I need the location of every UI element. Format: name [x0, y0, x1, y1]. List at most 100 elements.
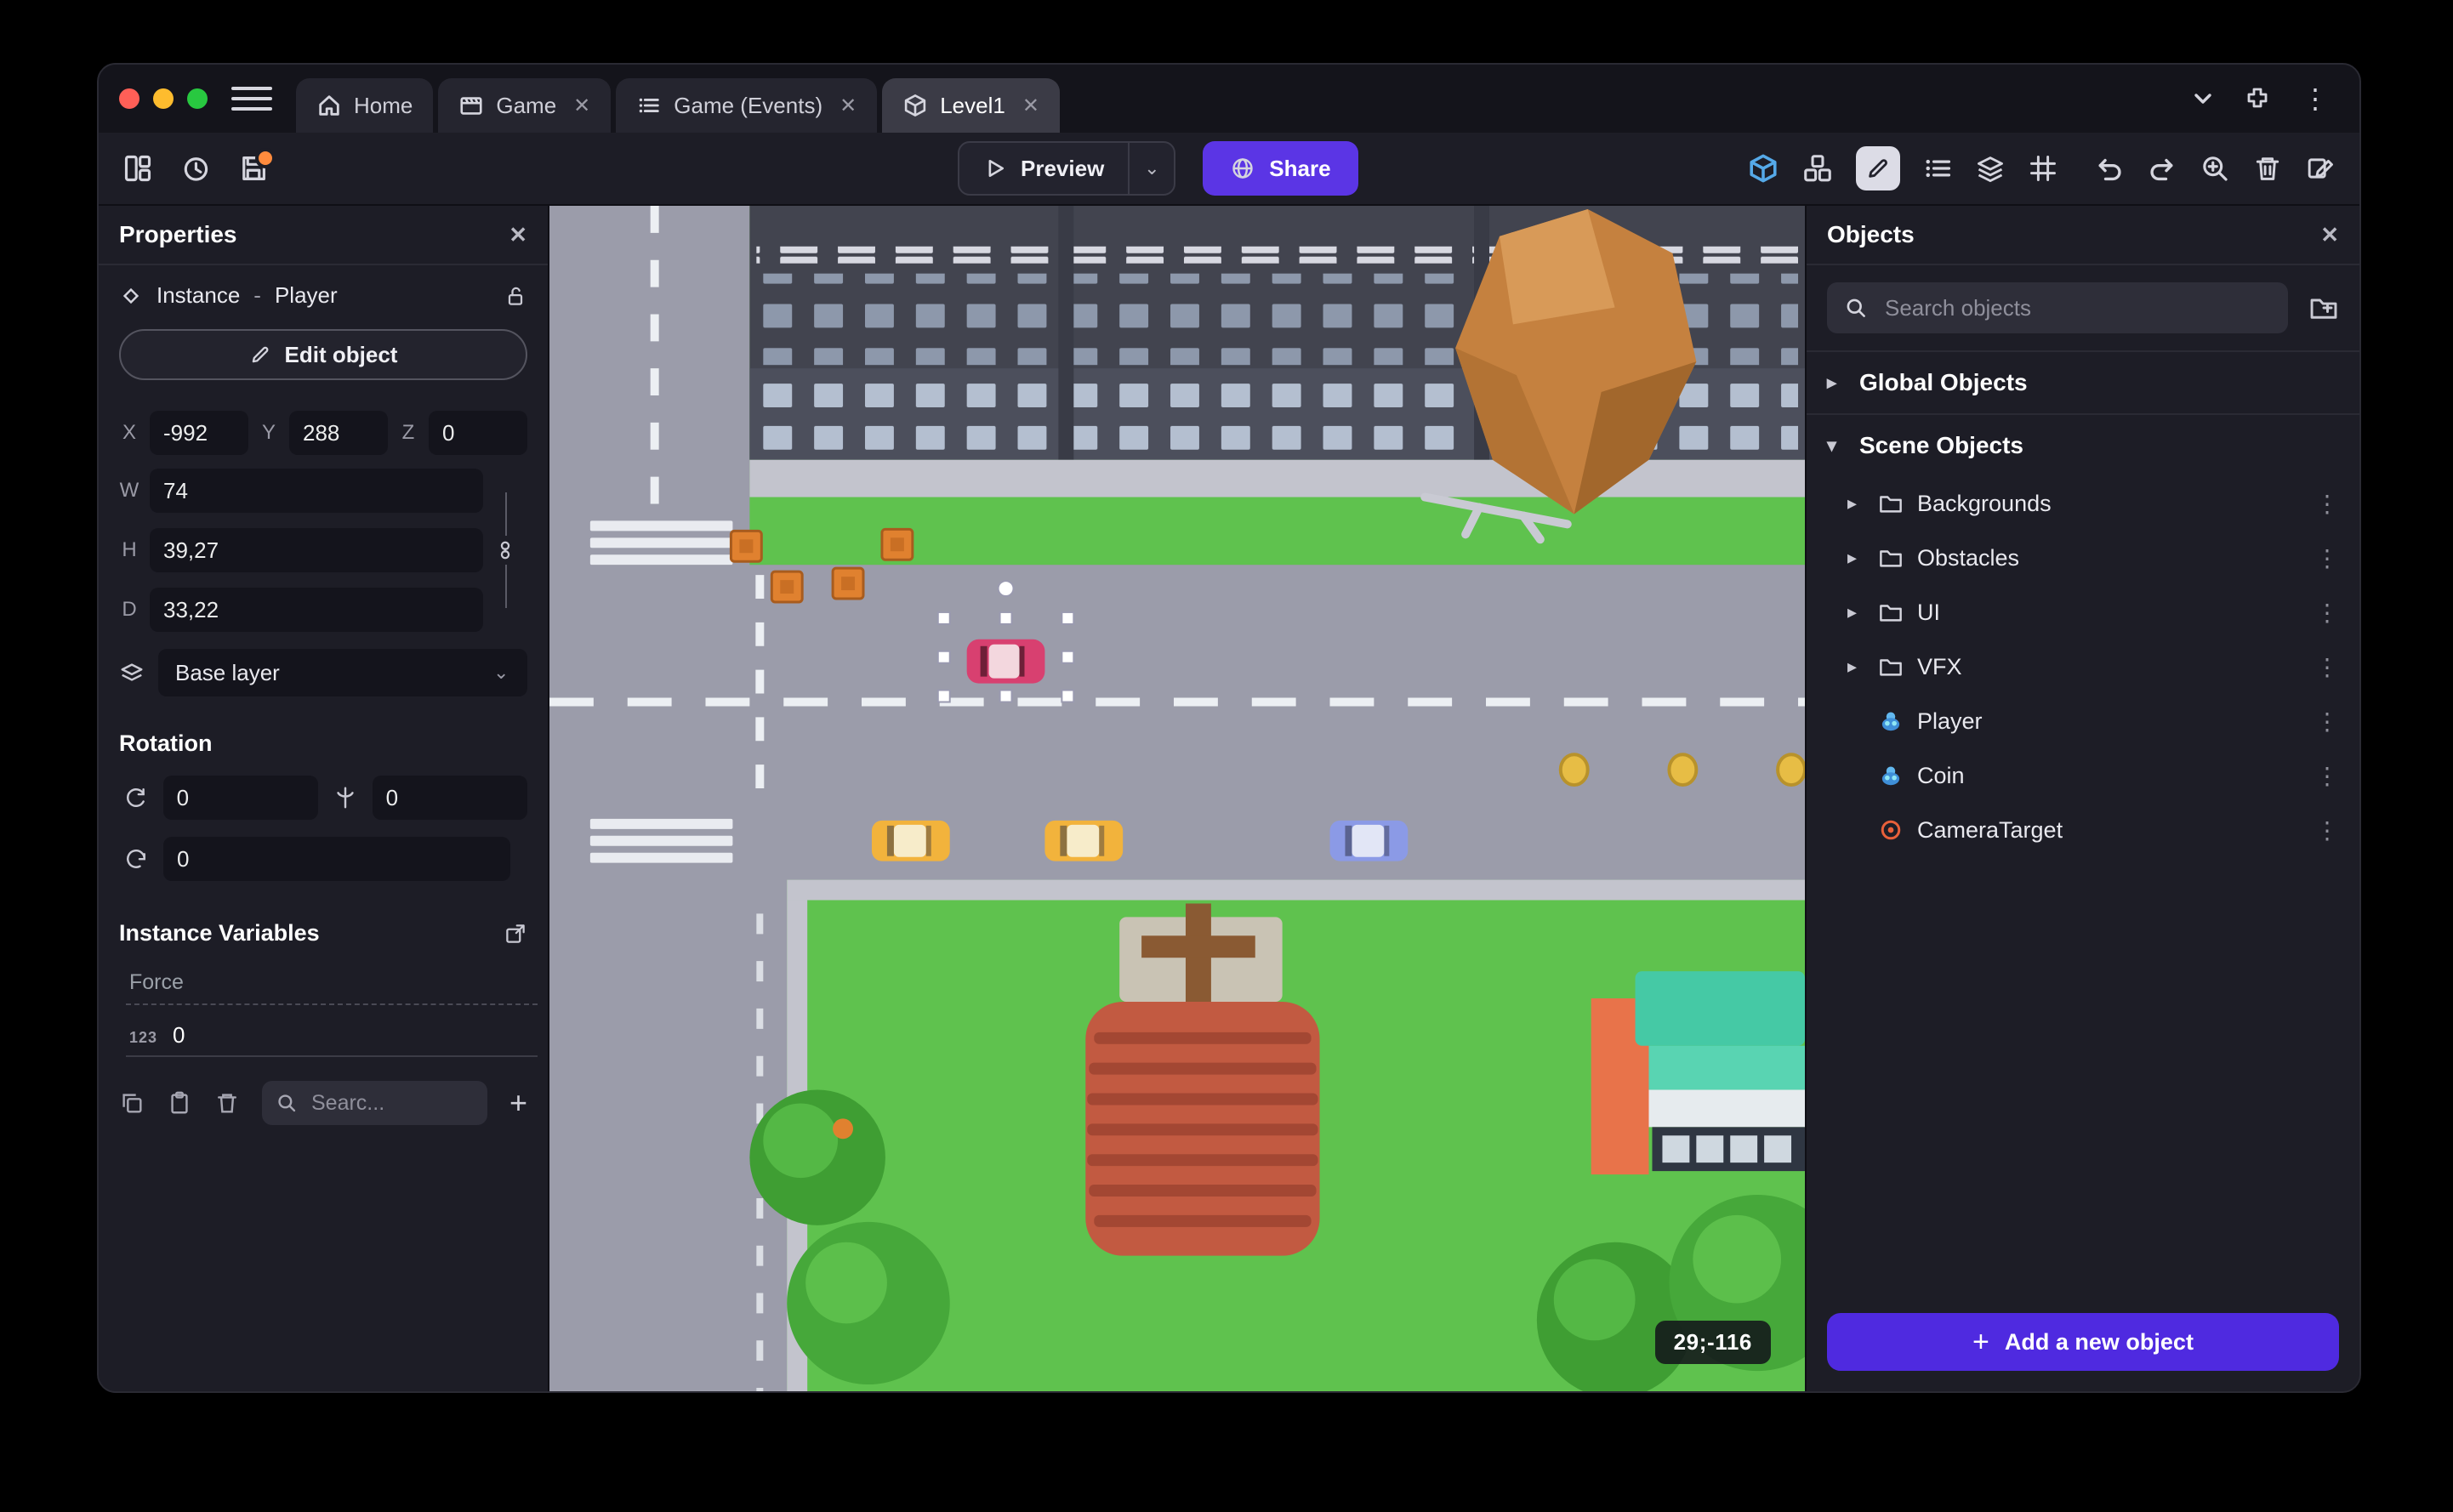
tab-label: Home — [354, 92, 413, 118]
edit-object-button[interactable]: Edit object — [119, 329, 527, 380]
rotation-z-input[interactable] — [163, 837, 510, 881]
z-input[interactable] — [429, 411, 527, 455]
width-input[interactable] — [150, 469, 483, 513]
close-properties-icon[interactable]: ✕ — [509, 222, 527, 248]
tab-game[interactable]: Game ✕ — [438, 78, 612, 133]
global-objects-group[interactable]: ▸ Global Objects — [1807, 352, 2359, 415]
variable-name[interactable]: Force — [126, 960, 538, 1005]
trash-icon[interactable] — [214, 1090, 240, 1116]
grid-icon[interactable] — [2028, 153, 2058, 184]
chevron-right-icon[interactable]: ▸ — [1847, 492, 1864, 514]
redo-icon[interactable] — [2147, 153, 2177, 184]
unsaved-changes-dot — [255, 148, 276, 168]
chevron-down-icon: ⌄ — [493, 662, 509, 683]
tab-strip: Home Game ✕ Game (Events) ✕ Level1 ✕ — [296, 65, 1060, 133]
tab-close-icon[interactable]: ✕ — [1022, 94, 1039, 118]
instance-diamond-icon — [119, 284, 143, 308]
object-row-coin[interactable]: Coin ⋮ — [1807, 748, 2359, 803]
x-input[interactable] — [150, 411, 248, 455]
tab-close-icon[interactable]: ✕ — [839, 94, 857, 118]
objects-title: Objects — [1827, 221, 1915, 247]
objects-search[interactable] — [1827, 282, 2288, 333]
chevron-down-icon: ▾ — [1827, 435, 1837, 456]
dropdown-glyph: ⌄ — [1144, 157, 1160, 179]
properties-list-icon[interactable] — [1922, 153, 1953, 184]
chain-link-icon[interactable] — [494, 536, 516, 565]
object-folder-backgrounds[interactable]: ▸ Backgrounds ⋮ — [1807, 476, 2359, 531]
copy-icon[interactable] — [119, 1090, 145, 1116]
undo-icon[interactable] — [2094, 153, 2125, 184]
extensions-puzzle-icon[interactable] — [2244, 85, 2271, 112]
unlock-icon[interactable] — [504, 284, 527, 308]
search-icon — [276, 1092, 298, 1114]
z-label: Z — [401, 421, 415, 444]
edit-scene-icon[interactable] — [2305, 153, 2336, 184]
add-folder-icon[interactable] — [2308, 293, 2339, 323]
objects-panel: Objects ✕ ▸ Global Ob — [1805, 206, 2359, 1391]
depth-input[interactable] — [150, 588, 483, 632]
chevron-right-icon[interactable]: ▸ — [1847, 601, 1864, 623]
scene-objects-group[interactable]: ▾ Scene Objects — [1807, 415, 2359, 476]
menu-icon[interactable] — [231, 65, 272, 133]
delete-trash-icon[interactable] — [2252, 153, 2283, 184]
instance-object-name: Player — [274, 282, 338, 308]
object-label: Player — [1917, 708, 1983, 734]
chevron-right-icon[interactable]: ▸ — [1847, 656, 1864, 678]
scene-canvas[interactable]: 29;-116 — [549, 206, 1805, 1391]
add-variable-button[interactable]: + — [509, 1088, 527, 1118]
blue-car — [1329, 820, 1409, 861]
tab-game-events[interactable]: Game (Events) ✕ — [616, 78, 878, 133]
object-row-player[interactable]: Player ⋮ — [1807, 694, 2359, 748]
object-folder-vfx[interactable]: ▸ VFX ⋮ — [1807, 639, 2359, 694]
zoom-window-button[interactable] — [187, 88, 208, 109]
edit-tool-pencil-icon[interactable] — [1856, 146, 1900, 190]
y-input[interactable] — [289, 411, 388, 455]
external-link-icon[interactable] — [504, 922, 527, 946]
preview-button[interactable]: Preview ⌄ — [958, 141, 1176, 196]
object-folder-obstacles[interactable]: ▸ Obstacles ⋮ — [1807, 531, 2359, 585]
row-kebab-icon[interactable]: ⋮ — [2312, 544, 2342, 572]
layers-icon[interactable] — [1975, 153, 2006, 184]
row-kebab-icon[interactable]: ⋮ — [2312, 816, 2342, 844]
rotate-y-icon — [328, 785, 362, 810]
preview-dropdown[interactable]: ⌄ — [1128, 143, 1174, 194]
close-window-button[interactable] — [119, 88, 139, 109]
chevron-down-icon[interactable] — [2189, 85, 2217, 112]
share-button[interactable]: Share — [1203, 141, 1358, 196]
home-icon — [316, 93, 342, 118]
row-kebab-icon[interactable]: ⋮ — [2312, 762, 2342, 790]
row-kebab-icon[interactable]: ⋮ — [2312, 490, 2342, 518]
zoom-in-icon[interactable] — [2200, 153, 2230, 184]
tab-level1[interactable]: Level1 ✕ — [882, 78, 1060, 133]
row-kebab-icon[interactable]: ⋮ — [2312, 708, 2342, 736]
chevron-right-icon[interactable]: ▸ — [1847, 547, 1864, 569]
history-icon[interactable] — [180, 153, 211, 184]
minimize-window-button[interactable] — [153, 88, 174, 109]
add-new-object-button[interactable]: + Add a new object — [1827, 1313, 2339, 1371]
row-kebab-icon[interactable]: ⋮ — [2312, 599, 2342, 627]
layer-value: Base layer — [175, 659, 280, 685]
variables-search-input[interactable] — [308, 1089, 474, 1117]
rotation-title: Rotation — [119, 730, 213, 756]
objects-search-input[interactable] — [1881, 293, 2271, 323]
variables-search[interactable] — [262, 1081, 487, 1125]
rotation-y-input[interactable] — [372, 776, 527, 820]
kebab-menu-icon[interactable]: ⋮ — [2298, 82, 2332, 115]
tab-home[interactable]: Home — [296, 78, 434, 133]
paste-clipboard-icon[interactable] — [167, 1090, 192, 1116]
folder-icon — [1878, 545, 1904, 571]
instances-icon[interactable] — [1801, 152, 1834, 185]
rotation-x-input[interactable] — [162, 776, 318, 820]
height-input[interactable] — [150, 528, 483, 572]
close-objects-icon[interactable]: ✕ — [2320, 222, 2339, 248]
layer-select[interactable]: Base layer ⌄ — [158, 649, 527, 696]
object-folder-ui[interactable]: ▸ UI ⋮ — [1807, 585, 2359, 639]
row-kebab-icon[interactable]: ⋮ — [2312, 653, 2342, 681]
view-3d-icon[interactable] — [1747, 152, 1779, 185]
object-row-cameratarget[interactable]: CameraTarget ⋮ — [1807, 803, 2359, 857]
tab-close-icon[interactable]: ✕ — [573, 94, 590, 118]
save-icon[interactable] — [238, 148, 276, 184]
objects-search-row — [1807, 265, 2359, 352]
project-manager-icon[interactable] — [122, 153, 153, 184]
variable-value-input[interactable] — [169, 1020, 534, 1050]
